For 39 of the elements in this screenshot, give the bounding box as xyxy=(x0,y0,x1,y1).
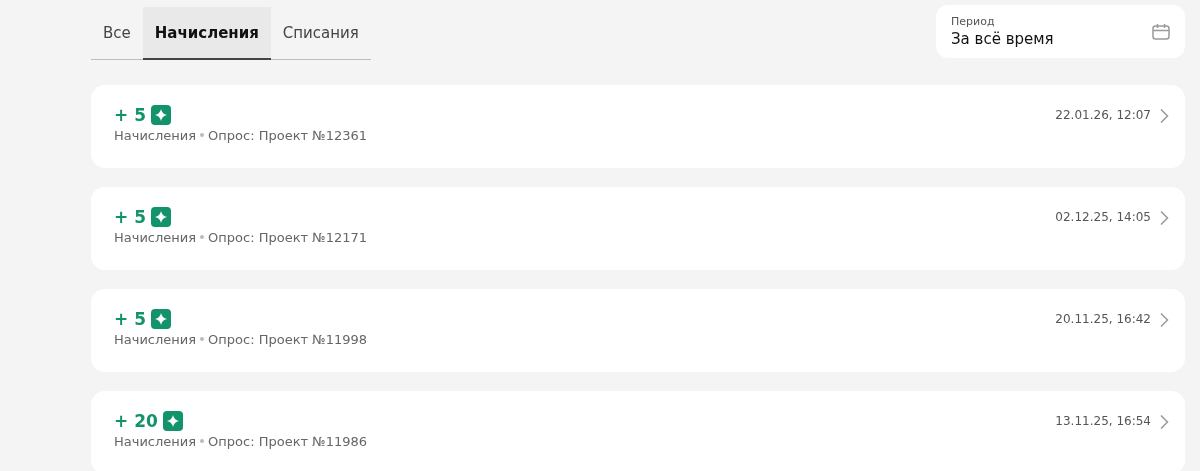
bullet-icon xyxy=(200,235,205,239)
points-icon xyxy=(151,206,171,227)
points-icon xyxy=(151,308,171,329)
chevron-right-icon xyxy=(1159,311,1169,328)
category: Начисления xyxy=(114,331,197,347)
source: Опрос: Проект №12171 xyxy=(208,229,368,245)
category: Начисления xyxy=(114,229,197,245)
chevron-right-icon xyxy=(1159,413,1169,430)
transaction-card[interactable]: + 5 Начисления Опрос: Проект №12171 02.12.25, 14:05 xyxy=(91,186,1185,270)
source: Опрос: Проект №11986 xyxy=(208,433,368,449)
period-field[interactable]: Период За всё время xyxy=(936,5,1185,58)
period-value: За всё время xyxy=(951,30,1054,48)
transaction-card[interactable]: + 20 Начисления Опрос: Проект №11986 13.11.25, 16:54 xyxy=(91,390,1185,471)
bullet-icon xyxy=(200,337,205,341)
date: 22.01.26, 12:07 xyxy=(1055,107,1151,122)
date: 20.11.25, 16:42 xyxy=(1055,311,1151,326)
category: Начисления xyxy=(114,127,197,143)
filter-tab[interactable]: Списания xyxy=(270,7,371,60)
period-label: Период xyxy=(951,15,996,28)
transaction-card[interactable]: + 5 Начисления Опрос: Проект №12361 22.01.26, 12:07 xyxy=(91,84,1185,168)
points-icon xyxy=(151,104,171,125)
bullet-icon xyxy=(200,439,205,443)
amount: + 20 xyxy=(114,410,158,431)
source: Опрос: Проект №11998 xyxy=(208,331,368,347)
calendar-icon xyxy=(1151,21,1171,42)
points-icon xyxy=(162,410,183,431)
category: Начисления xyxy=(114,433,197,449)
chevron-right-icon xyxy=(1159,209,1169,226)
bullet-icon xyxy=(200,133,205,137)
source: Опрос: Проект №12361 xyxy=(208,127,368,143)
filter-tab[interactable]: Начисления xyxy=(142,7,271,60)
filter-tab[interactable]: Все xyxy=(91,7,143,60)
amount: + 5 xyxy=(114,308,146,329)
chevron-right-icon xyxy=(1159,107,1169,124)
amount: + 5 xyxy=(114,206,146,227)
date: 02.12.25, 14:05 xyxy=(1055,209,1151,224)
transaction-card[interactable]: + 5 Начисления Опрос: Проект №11998 20.11.25, 16:42 xyxy=(91,288,1185,372)
amount: + 5 xyxy=(114,104,146,125)
date: 13.11.25, 16:54 xyxy=(1055,413,1151,428)
